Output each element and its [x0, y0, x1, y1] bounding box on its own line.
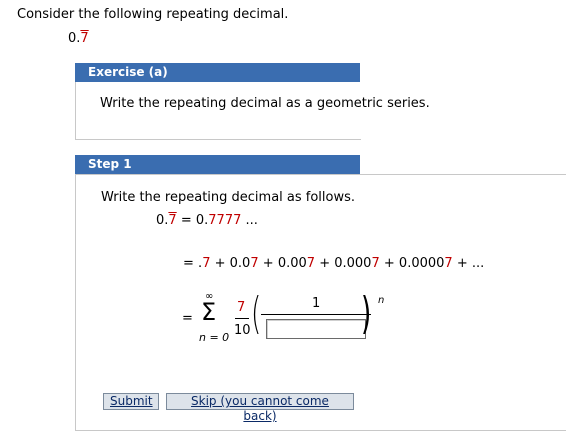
term-2: 0.07	[229, 256, 259, 271]
equals-sign: =	[180, 213, 192, 228]
term-4: 0.0007	[334, 256, 380, 271]
plus-sign: +	[262, 256, 274, 271]
rhs-repeating-digits: 7777	[208, 213, 242, 228]
lower-limit: n = 0	[199, 331, 230, 344]
rhs-prefix: 0.	[195, 213, 209, 228]
prompt-text: Consider the following repeating decimal…	[17, 7, 289, 22]
step-instruction: Write the repeating decimal as follows.	[101, 190, 356, 205]
sigma-symbol: Σ	[201, 298, 217, 326]
decimal-expansion-line: 0.7 = 0.7777 ...	[156, 213, 258, 228]
left-paren: (	[251, 288, 262, 339]
step-header: Step 1	[75, 155, 360, 174]
repeating-decimal: 0.7	[68, 31, 89, 46]
coefficient-fraction-bar	[235, 318, 249, 319]
lhs-whole: 0.	[156, 213, 169, 228]
skip-button[interactable]: Skip (you cannot come back)	[166, 393, 354, 423]
equals-sign: =	[183, 256, 194, 271]
exercise-header: Exercise (a)	[75, 63, 360, 82]
plus-sign: +	[383, 256, 395, 271]
plus-sign: +	[319, 256, 331, 271]
series-tail: + ...	[456, 256, 485, 271]
exponent-n: n	[378, 295, 385, 306]
term-5: 0.00007	[398, 256, 453, 271]
term-3: 0.007	[277, 256, 316, 271]
ratio-numerator: 1	[312, 296, 321, 311]
exercise-instruction: Write the repeating decimal as a geometr…	[100, 96, 430, 111]
term-1: .7	[198, 256, 211, 271]
series-sum-line: = .7 + 0.07 + 0.007 + 0.0007 + 0.00007 +…	[183, 256, 484, 271]
plus-sign: +	[214, 256, 226, 271]
submit-button[interactable]: Submit	[103, 393, 159, 410]
coefficient-numerator: 7	[237, 300, 246, 315]
coefficient-denominator: 10	[234, 323, 251, 338]
decimal-whole: 0.	[68, 31, 81, 46]
ratio-fraction-bar	[261, 314, 371, 315]
right-paren: )	[361, 288, 372, 339]
rhs-ellipsis: ...	[241, 213, 258, 228]
ratio-denominator-input[interactable]	[266, 319, 366, 339]
decimal-repeat-digit: 7	[80, 31, 89, 46]
lhs-repeat: 7	[168, 213, 177, 228]
equals-sign: =	[182, 311, 193, 326]
exercise-panel	[75, 82, 361, 140]
